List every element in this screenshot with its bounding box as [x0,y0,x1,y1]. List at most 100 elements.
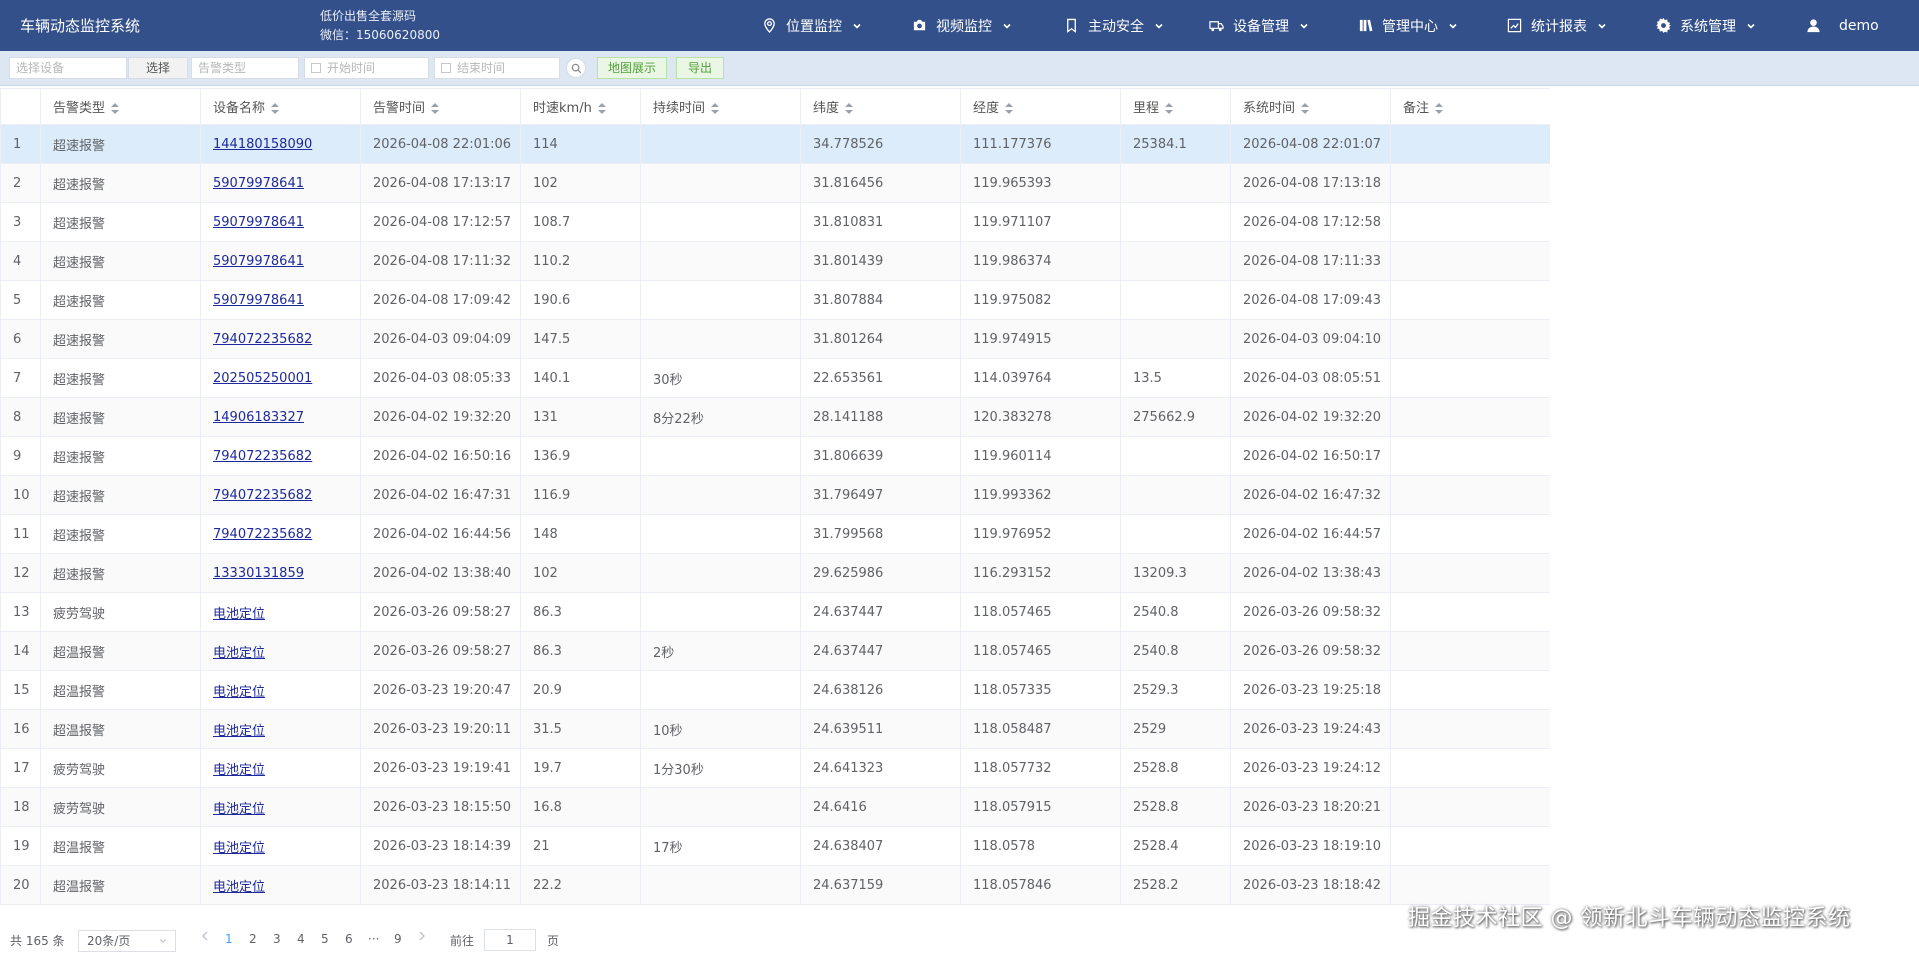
search-button[interactable] [566,58,586,78]
device-link-text[interactable]: 电池定位 [213,685,265,700]
device-link-text[interactable]: 794072235682 [213,527,312,542]
device-name-link[interactable]: 794072235682 [200,436,361,476]
device-select-input[interactable]: 选择设备 [9,57,127,79]
column-header[interactable]: 时速km/h [520,88,641,125]
device-name-link[interactable]: 59079978641 [200,163,361,203]
page-1[interactable]: 1 [225,932,233,946]
device-link-text[interactable]: 电池定位 [213,802,265,817]
table-row[interactable]: 4 超速报警 59079978641 2026-04-08 17:11:32 110.2… [0,241,1550,281]
page-9[interactable]: 9 [394,932,402,946]
table-row[interactable]: 15 超温报警 电池定位 2026-03-23 19:20:47 20.9 24.6381… [0,670,1550,710]
device-name-link[interactable]: 电池定位 [200,787,361,827]
device-link-text[interactable]: 794072235682 [213,488,312,503]
sort-icon[interactable] [271,102,280,115]
prev-page-icon[interactable] [201,931,209,941]
device-link-text[interactable]: 电池定位 [213,724,265,739]
device-link-text[interactable]: 电池定位 [213,841,265,856]
sort-icon[interactable] [1435,102,1444,115]
column-header[interactable]: 告警类型 [40,88,201,125]
device-link-text[interactable]: 794072235682 [213,449,312,464]
select-device-button[interactable]: 选择 [128,57,188,79]
sort-icon[interactable] [1165,102,1174,115]
column-header[interactable]: 纬度 [800,88,961,125]
page-3[interactable]: 3 [273,932,281,946]
device-link-text[interactable]: 13330131859 [213,566,304,581]
page-2[interactable]: 2 [249,932,257,946]
device-name-link[interactable]: 电池定位 [200,709,361,749]
device-link-text[interactable]: 794072235682 [213,332,312,347]
table-row[interactable]: 12 超速报警 13330131859 2026-04-02 13:38:40 102 2… [0,553,1550,593]
device-name-link[interactable]: 59079978641 [200,241,361,281]
export-button[interactable]: 导出 [676,57,724,79]
column-header[interactable]: 系统时间 [1230,88,1391,125]
next-page-icon[interactable] [418,931,426,941]
table-row[interactable]: 11 超速报警 794072235682 2026-04-02 16:44:56 148… [0,514,1550,554]
sort-icon[interactable] [845,102,854,115]
table-row[interactable]: 16 超温报警 电池定位 2026-03-23 19:20:11 31.5 10秒 24.6… [0,709,1550,749]
device-link-text[interactable]: 59079978641 [213,254,304,269]
table-row[interactable]: 3 超速报警 59079978641 2026-04-08 17:12:57 108.7… [0,202,1550,242]
device-name-link[interactable]: 794072235682 [200,475,361,515]
nav-system-management[interactable]: 系统管理 [1656,0,1756,51]
sort-icon[interactable] [431,102,440,115]
table-row[interactable]: 19 超温报警 电池定位 2026-03-23 18:14:39 21 17秒 24.638… [0,826,1550,866]
user-menu[interactable]: demo [1806,0,1879,51]
table-row[interactable]: 17 疲劳驾驶 电池定位 2026-03-23 19:19:41 19.7 1分30秒 24… [0,748,1550,788]
table-row[interactable]: 9 超速报警 794072235682 2026-04-02 16:50:16 136.… [0,436,1550,476]
page-size-select[interactable]: 20条/页 [78,930,176,952]
page-6[interactable]: 6 [345,932,353,946]
device-link-text[interactable]: 电池定位 [213,763,265,778]
device-name-link[interactable]: 59079978641 [200,202,361,242]
table-row[interactable]: 13 疲劳驾驶 电池定位 2026-03-26 09:58:27 86.3 24.6374… [0,592,1550,632]
sort-icon[interactable] [711,102,720,115]
device-link-text[interactable]: 电池定位 [213,607,265,622]
page-5[interactable]: 5 [321,932,329,946]
device-link-text[interactable]: 59079978641 [213,176,304,191]
nav-management-center[interactable]: 管理中心 [1358,0,1458,51]
table-row[interactable]: 18 疲劳驾驶 电池定位 2026-03-23 18:15:50 16.8 24.6416… [0,787,1550,827]
device-name-link[interactable]: 14906183327 [200,397,361,437]
table-row[interactable]: 7 超速报警 202505250001 2026-04-03 08:05:33 140.… [0,358,1550,398]
table-row[interactable]: 8 超速报警 14906183327 2026-04-02 19:32:20 131 8分… [0,397,1550,437]
table-row[interactable]: 14 超温报警 电池定位 2026-03-26 09:58:27 86.3 2秒 24.63… [0,631,1550,671]
device-name-link[interactable]: 电池定位 [200,670,361,710]
device-name-link[interactable]: 电池定位 [200,631,361,671]
nav-video-monitor[interactable]: 视频监控 [912,0,1012,51]
device-name-link[interactable]: 电池定位 [200,748,361,788]
device-link-text[interactable]: 14906183327 [213,410,304,425]
sort-icon[interactable] [1301,102,1310,115]
nav-active-safety[interactable]: 主动安全 [1064,0,1164,51]
device-name-link[interactable]: 电池定位 [200,592,361,632]
nav-device-management[interactable]: 设备管理 [1209,0,1309,51]
sort-icon[interactable] [1005,102,1014,115]
table-row[interactable]: 20 超温报警 电池定位 2026-03-23 18:14:11 22.2 24.6371… [0,865,1550,905]
device-link-text[interactable]: 59079978641 [213,293,304,308]
sort-icon[interactable] [597,102,606,115]
page-ellipsis[interactable]: ··· [368,932,379,946]
device-name-link[interactable]: 13330131859 [200,553,361,593]
device-name-link[interactable]: 794072235682 [200,514,361,554]
page-4[interactable]: 4 [297,932,305,946]
table-row[interactable]: 1 超速报警 144180158090 2026-04-08 22:01:06 114 3… [0,124,1550,164]
nav-statistics-reports[interactable]: 统计报表 [1507,0,1607,51]
map-view-button[interactable]: 地图展示 [597,57,667,79]
device-link-text[interactable]: 电池定位 [213,880,265,895]
alarm-type-select[interactable]: 告警类型 [191,57,299,79]
device-name-link[interactable]: 电池定位 [200,865,361,905]
start-time-input[interactable]: 开始时间 [304,57,429,79]
column-header[interactable]: 备注 [1390,88,1550,125]
column-header[interactable]: 持续时间 [640,88,801,125]
table-row[interactable]: 5 超速报警 59079978641 2026-04-08 17:09:42 190.6… [0,280,1550,320]
column-header[interactable]: 告警时间 [360,88,521,125]
column-header[interactable]: 设备名称 [200,88,361,125]
device-name-link[interactable]: 59079978641 [200,280,361,320]
sort-icon[interactable] [111,102,120,115]
nav-location-monitor[interactable]: 位置监控 [762,0,862,51]
device-name-link[interactable]: 电池定位 [200,826,361,866]
table-row[interactable]: 6 超速报警 794072235682 2026-04-03 09:04:09 147.… [0,319,1550,359]
device-link-text[interactable]: 144180158090 [213,137,312,152]
device-name-link[interactable]: 144180158090 [200,124,361,164]
device-link-text[interactable]: 202505250001 [213,371,312,386]
table-row[interactable]: 10 超速报警 794072235682 2026-04-02 16:47:31 116… [0,475,1550,515]
device-link-text[interactable]: 电池定位 [213,646,265,661]
